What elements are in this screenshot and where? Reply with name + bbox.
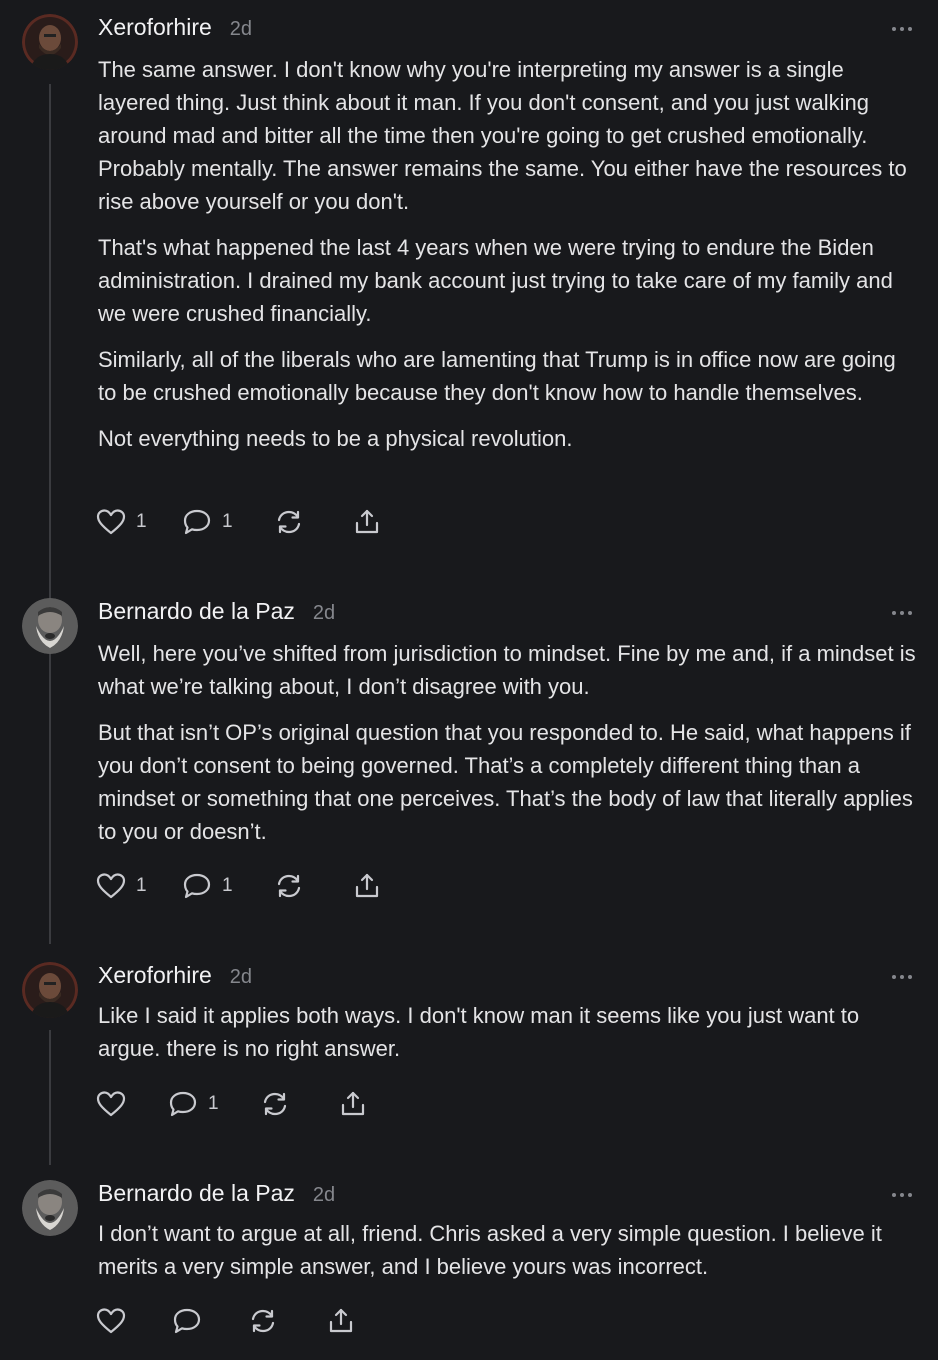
avatar[interactable]	[22, 14, 78, 70]
comment-paragraph: Like I said it applies both ways. I don'…	[98, 1003, 860, 1061]
comment-paragraph: Not everything needs to be a physical re…	[98, 426, 573, 451]
more-dots-icon[interactable]	[890, 970, 914, 984]
comment-bubble-icon	[183, 509, 211, 535]
heart-icon	[96, 509, 126, 535]
comment-body: The same answer. I don't know why you're…	[98, 53, 920, 468]
share-icon	[341, 1091, 365, 1116]
more-dots-icon[interactable]	[890, 606, 914, 620]
timestamp[interactable]: 2d	[313, 602, 335, 625]
comment-paragraph: That's what happened the last 4 years wh…	[98, 235, 893, 326]
comment-body: I don’t want to argue at all, friend. Ch…	[98, 1217, 920, 1296]
restack-icon	[277, 874, 301, 898]
reply-button[interactable]: 1	[182, 505, 233, 539]
comment-bubble-icon	[173, 1308, 201, 1334]
share-button[interactable]	[352, 869, 382, 903]
avatar[interactable]	[22, 962, 78, 1018]
share-button[interactable]	[326, 1304, 356, 1338]
like-count: 1	[136, 875, 147, 896]
comment-bubble-icon	[183, 873, 211, 899]
reply-button[interactable]: 1	[182, 869, 233, 903]
reply-count: 1	[222, 875, 233, 896]
more-dots-icon[interactable]	[890, 22, 914, 36]
like-button[interactable]: 1	[96, 505, 147, 539]
timestamp[interactable]: 2d	[230, 966, 252, 989]
author-name[interactable]: Xeroforhire	[98, 14, 212, 41]
author-name[interactable]: Bernardo de la Paz	[98, 598, 295, 625]
restack-icon	[263, 1092, 287, 1116]
restack-button[interactable]	[274, 505, 304, 539]
comment-paragraph: Similarly, all of the liberals who are l…	[98, 347, 896, 405]
author-name[interactable]: Xeroforhire	[98, 962, 212, 989]
like-button[interactable]	[96, 1087, 126, 1121]
comment-paragraph: The same answer. I don't know why you're…	[98, 57, 907, 214]
heart-icon	[96, 1308, 126, 1334]
heart-icon	[96, 873, 126, 899]
share-button[interactable]	[338, 1087, 368, 1121]
restack-button[interactable]	[260, 1087, 290, 1121]
reply-button[interactable]	[172, 1304, 202, 1338]
comment-bubble-icon	[169, 1091, 197, 1117]
comment-paragraph: But that isn’t OP’s original question th…	[98, 720, 913, 844]
share-icon	[355, 873, 379, 898]
avatar[interactable]	[22, 598, 78, 654]
restack-button[interactable]	[248, 1304, 278, 1338]
restack-button[interactable]	[274, 869, 304, 903]
timestamp[interactable]: 2d	[313, 1184, 335, 1207]
timestamp[interactable]: 2d	[230, 18, 252, 41]
heart-icon	[96, 1091, 126, 1117]
reply-count: 1	[208, 1093, 219, 1114]
restack-icon	[251, 1309, 275, 1333]
like-count: 1	[136, 511, 147, 532]
thread-line	[49, 84, 51, 944]
share-icon	[329, 1308, 353, 1333]
more-dots-icon[interactable]	[890, 1188, 914, 1202]
comment-paragraph: I don’t want to argue at all, friend. Ch…	[98, 1221, 882, 1279]
reply-button[interactable]: 1	[168, 1087, 219, 1121]
avatar[interactable]	[22, 1180, 78, 1236]
like-button[interactable]	[96, 1304, 126, 1338]
comment-paragraph: Well, here you’ve shifted from jurisdict…	[98, 641, 916, 699]
thread-line	[49, 1030, 51, 1165]
like-button[interactable]: 1	[96, 869, 147, 903]
comment-body: Like I said it applies both ways. I don'…	[98, 999, 920, 1078]
share-icon	[355, 509, 379, 534]
author-name[interactable]: Bernardo de la Paz	[98, 1180, 295, 1207]
reply-count: 1	[222, 511, 233, 532]
restack-icon	[277, 510, 301, 534]
comment-body: Well, here you’ve shifted from jurisdict…	[98, 637, 920, 861]
share-button[interactable]	[352, 505, 382, 539]
